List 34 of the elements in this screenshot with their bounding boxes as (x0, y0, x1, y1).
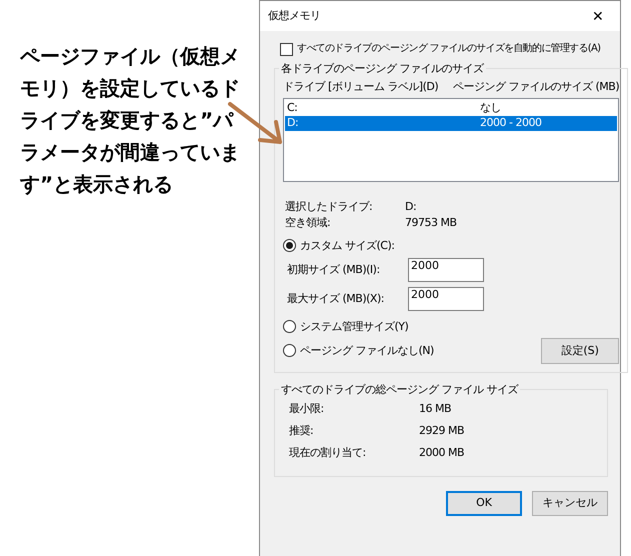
radio-button[interactable] (283, 239, 296, 252)
ok-button[interactable]: OK (446, 490, 522, 516)
field-label: 初期サイズ (MB)(I): (287, 262, 381, 277)
column-header: ドライブ [ボリューム ラベル](D) (283, 80, 440, 94)
group-title: すべてのドライブの総ページング ファイル サイズ (280, 382, 520, 396)
field-label: 最大サイズ (MB)(X): (287, 292, 385, 306)
total-value: 16 MB (419, 402, 452, 416)
annotation-text: ページファイル（仮想メモリ）を設定しているドライブを変更すると”パラメータが間違っています”と表示される (20, 43, 241, 198)
info-value: 79753 MB (405, 216, 458, 230)
input-field[interactable]: 2000 (408, 258, 484, 282)
total-value: 2000 MB (419, 446, 466, 460)
total-label: 現在の割り当て: (289, 446, 367, 460)
radio-label: システム管理サイズ(Y) (300, 320, 408, 334)
cancel-button[interactable]: キャンセル (532, 490, 608, 516)
info-label: 空き領域: (285, 216, 332, 230)
radio-label: ページング ファイルなし(N) (300, 344, 434, 358)
input-field[interactable]: 2000 (408, 286, 484, 311)
checkbox-label: すべてのドライブのページング ファイルのサイズを自動的に管理する(A) (297, 43, 600, 56)
drive-row[interactable]: D: 2000 - 2000 (285, 116, 618, 130)
total-value: 2929 MB (419, 424, 466, 438)
set-button[interactable]: 設定(S) (541, 338, 620, 364)
total-label: 最小限: (289, 402, 325, 416)
info-value: D: (405, 200, 418, 214)
window-title: 仮想メモリ (268, 9, 320, 23)
radio-button[interactable] (283, 320, 296, 334)
total-label: 推奨: (289, 424, 314, 438)
group-title: 各ドライブのページング ファイルのサイズ (280, 62, 485, 76)
drive-row[interactable]: C: なし (285, 100, 618, 116)
info-label: 選択したドライブ: (285, 200, 374, 214)
column-header: ページング ファイルのサイズ (MB) (453, 80, 620, 94)
close-button[interactable]: ✕ (588, 8, 608, 24)
radio-button[interactable] (283, 344, 296, 357)
radio-label: カスタム サイズ(C): (300, 239, 394, 253)
checkbox[interactable] (280, 43, 293, 56)
